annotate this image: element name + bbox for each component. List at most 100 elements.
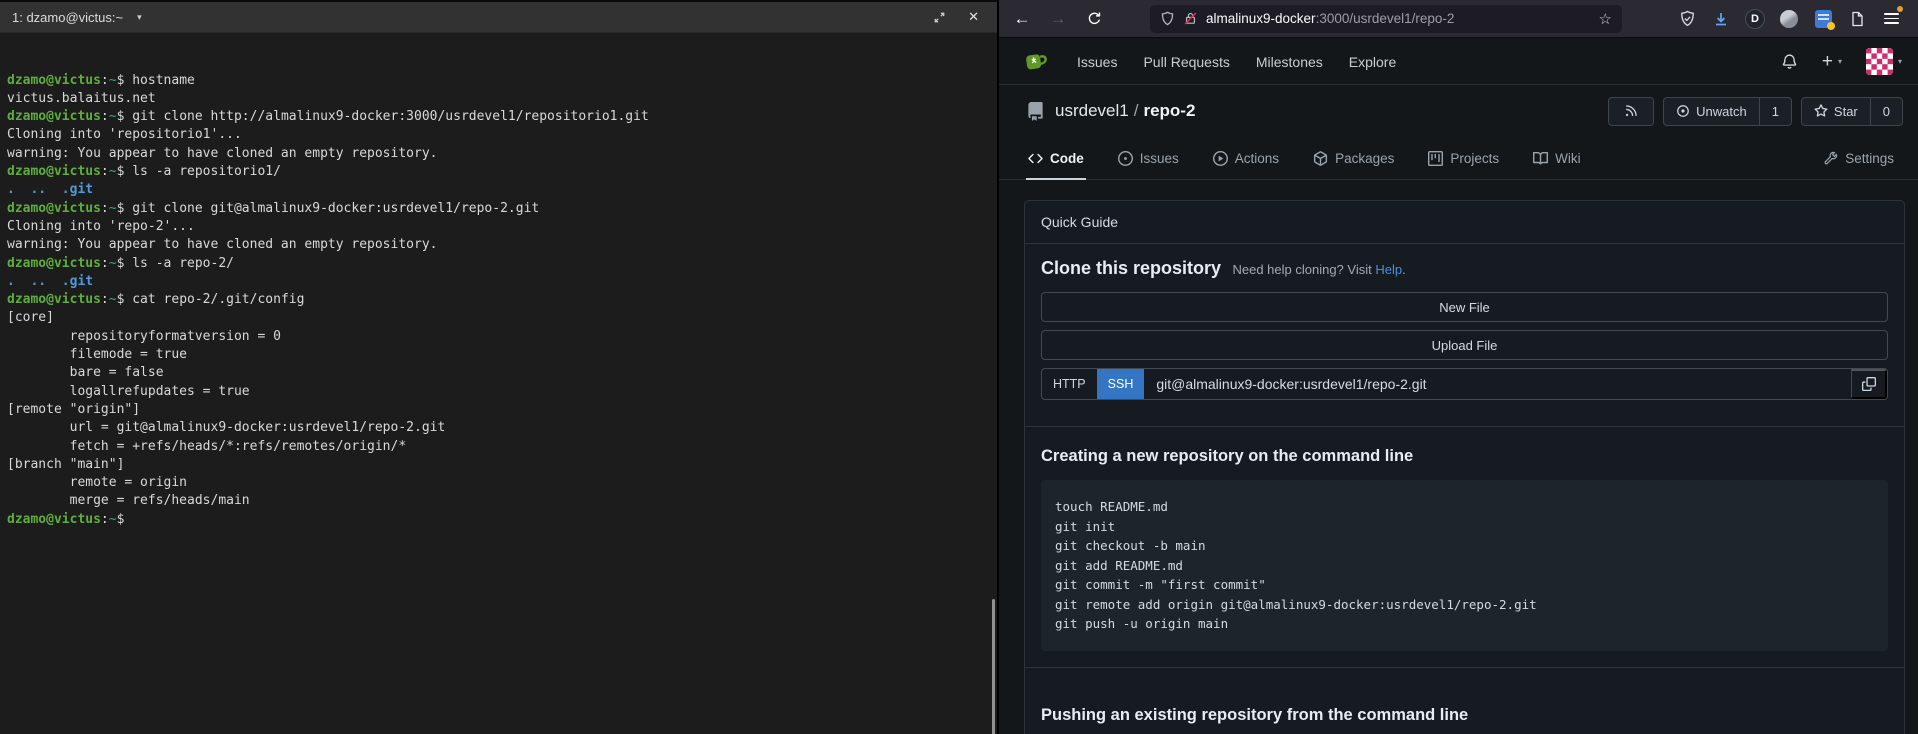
star-count[interactable]: 0 <box>1870 98 1902 125</box>
repo-book-icon <box>1026 102 1045 121</box>
terminal-line: Cloning into 'repositorio1'... <box>7 126 987 144</box>
quick-guide-panel: Quick Guide Clone this repository Need h… <box>1024 200 1905 734</box>
terminal-line: url = git@almalinux9-docker:usrdevel1/re… <box>7 419 987 437</box>
shield-icon[interactable] <box>1160 11 1175 26</box>
url-host: almalinux9-docker <box>1206 11 1316 26</box>
clone-url-input[interactable] <box>1144 369 1851 399</box>
terminal-line: dzamo@victus:~$ hostname <box>7 72 987 90</box>
insecure-lock-icon[interactable] <box>1183 11 1198 26</box>
terminal-restore-icon[interactable] <box>933 11 946 24</box>
extension-document-icon[interactable] <box>1812 8 1834 30</box>
terminal-scrollbar[interactable] <box>992 599 995 734</box>
menu-notification-dot <box>1897 6 1903 12</box>
terminal-line: [remote "origin"] <box>7 401 987 419</box>
terminal-close-icon[interactable]: ✕ <box>968 9 979 25</box>
book-icon <box>1533 151 1548 166</box>
url-bar[interactable]: almalinux9-docker:3000/usrdevel1/repo-2 … <box>1150 5 1622 33</box>
star-button[interactable]: Star 0 <box>1801 97 1903 126</box>
copy-url-button[interactable] <box>1851 369 1887 399</box>
bookmark-star-icon[interactable]: ☆ <box>1599 10 1612 28</box>
repo-header: usrdevel1/repo-2 <box>999 85 1918 137</box>
tab-code[interactable]: Code <box>1026 137 1086 179</box>
upload-file-button[interactable]: Upload File <box>1041 330 1888 360</box>
tab-actions[interactable]: Actions <box>1211 137 1281 179</box>
terminal-line: dzamo@victus:~$ ls -a repo-2/ <box>7 255 987 273</box>
terminal-line: fetch = +refs/heads/*:refs/remotes/origi… <box>7 438 987 456</box>
code-icon <box>1028 151 1043 166</box>
package-icon <box>1313 151 1328 166</box>
user-menu[interactable]: ▾ <box>1866 48 1902 75</box>
terminal-line: dzamo@victus:~$ <box>7 511 987 529</box>
terminal-line: merge = refs/heads/main <box>7 492 987 510</box>
clone-url-bar: HTTP SSH <box>1041 368 1888 400</box>
terminal-window: 1: dzamo@victus:~ ▾ ✕ dzamo@victus:~$ ho… <box>0 0 997 734</box>
ssh-protocol-button[interactable]: SSH <box>1097 369 1145 399</box>
extension-globe-icon[interactable] <box>1778 8 1800 30</box>
browser-toolbar: ← → <box>999 0 1918 38</box>
nav-item-pull-requests[interactable]: Pull Requests <box>1143 54 1229 70</box>
nav-item-milestones[interactable]: Milestones <box>1256 54 1323 70</box>
project-board-icon <box>1428 151 1443 166</box>
tools-icon <box>1823 151 1838 166</box>
unwatch-button[interactable]: Unwatch 1 <box>1663 97 1792 126</box>
terminal-line: logallrefupdates = true <box>7 383 987 401</box>
terminal-line: remote = origin <box>7 474 987 492</box>
menu-icon[interactable] <box>1880 8 1902 30</box>
tab-wiki[interactable]: Wiki <box>1531 137 1583 179</box>
tracking-protection-shield-icon[interactable] <box>1676 8 1698 30</box>
star-icon <box>1814 104 1828 118</box>
terminal-line: repositoryformatversion = 0 <box>7 328 987 346</box>
http-protocol-button[interactable]: HTTP <box>1042 369 1097 399</box>
extension-d-icon[interactable]: D <box>1744 8 1766 30</box>
caret-down-icon: ▾ <box>1838 57 1842 66</box>
rss-button[interactable] <box>1608 97 1654 126</box>
repo-owner-link[interactable]: usrdevel1 <box>1055 101 1129 120</box>
terminal-line: victus.balaitus.net <box>7 90 987 108</box>
plus-icon: + <box>1822 52 1833 71</box>
terminal-line: dzamo@victus:~$ cat repo-2/.git/config <box>7 291 987 309</box>
create-repo-section: Creating a new repository on the command… <box>1025 427 1904 668</box>
clone-help-text: Need help cloning? Visit Help. <box>1232 262 1405 277</box>
help-link[interactable]: Help <box>1375 262 1402 277</box>
notifications-bell-icon[interactable] <box>1781 53 1798 70</box>
gitea-navbar: Issues Pull Requests Milestones Explore … <box>999 39 1918 85</box>
create-new-button[interactable]: + ▾ <box>1822 52 1842 71</box>
clone-section: Clone this repository Need help cloning?… <box>1025 244 1904 427</box>
terminal-titlebar: 1: dzamo@victus:~ ▾ ✕ <box>0 2 997 33</box>
terminal-line: [branch "main"] <box>7 456 987 474</box>
terminal-line: bare = false <box>7 364 987 382</box>
repo-name-link[interactable]: repo-2 <box>1143 101 1195 120</box>
reload-icon[interactable] <box>1079 5 1109 33</box>
url-path: :3000/usrdevel1/repo-2 <box>1316 11 1455 26</box>
terminal-line: warning: You appear to have cloned an em… <box>7 145 987 163</box>
forward-icon: → <box>1043 5 1073 33</box>
clone-heading: Clone this repository <box>1041 258 1221 278</box>
terminal-line: dzamo@victus:~$ git clone http://almalin… <box>7 108 987 126</box>
gitea-logo-icon[interactable] <box>1021 47 1051 77</box>
terminal-line: . .. .git <box>7 273 987 291</box>
watch-count[interactable]: 1 <box>1759 98 1791 125</box>
tab-issues[interactable]: Issues <box>1116 137 1181 179</box>
terminal-tab-caret-icon[interactable]: ▾ <box>137 12 142 23</box>
tab-packages[interactable]: Packages <box>1311 137 1396 179</box>
terminal-line: [core] <box>7 309 987 327</box>
nav-item-issues[interactable]: Issues <box>1077 54 1117 70</box>
terminal-line: dzamo@victus:~$ ls -a repositorio1/ <box>7 163 987 181</box>
tab-projects[interactable]: Projects <box>1426 137 1501 179</box>
create-repo-code-block: touch README.md git init git checkout -b… <box>1041 480 1888 651</box>
create-repo-heading: Creating a new repository on the command… <box>1041 447 1888 466</box>
nav-item-explore[interactable]: Explore <box>1349 54 1396 70</box>
push-repo-heading: Pushing an existing repository from the … <box>1041 706 1888 725</box>
back-icon[interactable]: ← <box>1007 5 1037 33</box>
eye-icon <box>1676 104 1690 118</box>
browser-window: ← → <box>997 0 1918 734</box>
tab-settings[interactable]: Settings <box>1821 137 1896 179</box>
downloads-icon[interactable] <box>1710 8 1732 30</box>
repo-title: usrdevel1/repo-2 <box>1055 101 1195 121</box>
extension-page-icon[interactable] <box>1846 8 1868 30</box>
issue-icon <box>1118 151 1133 166</box>
gitea-page: Issues Pull Requests Milestones Explore … <box>999 39 1918 734</box>
play-icon <box>1213 151 1228 166</box>
new-file-button[interactable]: New File <box>1041 292 1888 322</box>
terminal-output[interactable]: dzamo@victus:~$ hostnamevictus.balaitus.… <box>7 34 987 734</box>
